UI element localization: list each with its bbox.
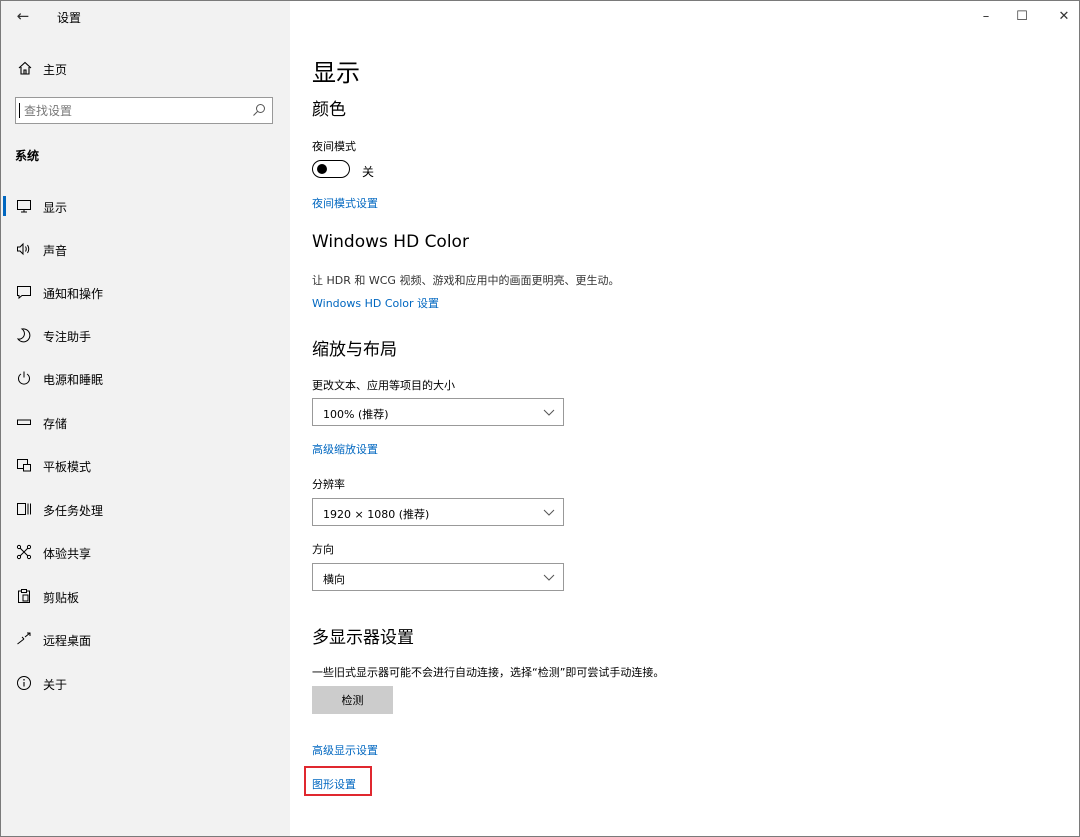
sidebar-item-label: 关于 xyxy=(43,678,68,692)
sidebar-item-label: 主页 xyxy=(43,63,68,77)
sidebar-item-label: 电源和睡眠 xyxy=(43,373,104,387)
sidebar-item-label: 通知和操作 xyxy=(43,287,104,301)
monitor-icon xyxy=(17,200,31,213)
sidebar-item-label: 远程桌面 xyxy=(43,634,92,648)
sidebar-item-clipboard[interactable]: 剪贴板 xyxy=(1,578,290,614)
moon-icon xyxy=(16,328,31,343)
sidebar-item-focus-assist[interactable]: 专注助手 xyxy=(1,317,290,353)
scale-value: 100% (推荐) xyxy=(323,408,389,421)
chevron-down-icon xyxy=(543,509,555,516)
multi-display-description: 一些旧式显示器可能不会进行自动连接，选择“检测”即可尝试手动连接。 xyxy=(312,666,665,679)
back-arrow-icon[interactable]: ← xyxy=(13,6,33,26)
info-icon xyxy=(17,676,31,690)
power-icon xyxy=(18,371,30,385)
storage-icon xyxy=(17,419,31,425)
tablet-icon xyxy=(17,459,31,472)
chevron-down-icon xyxy=(543,409,555,416)
chevron-down-icon xyxy=(543,574,555,581)
main-content: 显示 颜色 夜间模式 关 夜间模式设置 Windows HD Color 让 H… xyxy=(290,1,1079,836)
title-bar: ← 设置 xyxy=(1,1,290,33)
hdr-description: 让 HDR 和 WCG 视频、游戏和应用中的画面更明亮、更生动。 xyxy=(312,274,620,287)
search-icon[interactable] xyxy=(252,103,266,117)
sidebar-item-label: 声音 xyxy=(43,244,68,258)
sidebar-item-display[interactable]: 显示 xyxy=(1,188,290,224)
speaker-icon xyxy=(17,242,30,256)
night-mode-label: 夜间模式 xyxy=(312,140,356,153)
app-title: 设置 xyxy=(57,11,82,25)
sidebar-item-label: 存储 xyxy=(43,417,68,431)
sidebar-item-power[interactable]: 电源和睡眠 xyxy=(1,360,290,396)
sidebar-item-home[interactable]: 主页 xyxy=(1,53,290,85)
share-icon xyxy=(16,544,32,560)
remote-desktop-icon xyxy=(17,632,31,645)
sidebar-item-label: 体验共享 xyxy=(43,547,92,561)
sidebar: ← 设置 主页 系统 显示 xyxy=(1,1,290,836)
sidebar-item-shared-experiences[interactable]: 体验共享 xyxy=(1,534,290,570)
hdr-settings-link[interactable]: Windows HD Color 设置 xyxy=(312,295,439,311)
sidebar-item-tablet-mode[interactable]: 平板模式 xyxy=(1,447,290,483)
night-mode-toggle[interactable] xyxy=(312,160,352,178)
settings-window: ← 设置 主页 系统 显示 xyxy=(0,0,1080,837)
sidebar-item-storage[interactable]: 存储 xyxy=(1,404,290,440)
sidebar-item-label: 剪贴板 xyxy=(43,591,80,605)
night-mode-settings-link[interactable]: 夜间模式设置 xyxy=(312,195,378,211)
sidebar-item-sound[interactable]: 声音 xyxy=(1,231,290,267)
search-box[interactable] xyxy=(15,97,273,124)
notification-icon xyxy=(17,286,31,300)
page-title: 显示 xyxy=(312,59,360,87)
orientation-label: 方向 xyxy=(312,543,334,556)
advanced-scale-link[interactable]: 高级缩放设置 xyxy=(312,441,378,457)
sidebar-item-label: 显示 xyxy=(43,201,68,215)
sidebar-item-multitasking[interactable]: 多任务处理 xyxy=(1,491,290,527)
sidebar-item-remote-desktop[interactable]: 远程桌面 xyxy=(1,621,290,657)
resolution-label: 分辨率 xyxy=(312,478,345,491)
hdr-heading: Windows HD Color xyxy=(312,232,469,252)
scale-heading: 缩放与布局 xyxy=(312,340,397,360)
color-heading: 颜色 xyxy=(312,100,346,120)
sidebar-item-label: 多任务处理 xyxy=(43,504,104,518)
sidebar-section-title: 系统 xyxy=(15,149,40,163)
multi-display-heading: 多显示器设置 xyxy=(312,628,414,648)
detect-button[interactable]: 检测 xyxy=(312,686,393,714)
search-input[interactable] xyxy=(24,101,244,120)
sidebar-item-label: 平板模式 xyxy=(43,460,92,474)
toggle-knob xyxy=(317,164,327,174)
multitask-icon xyxy=(17,503,31,515)
graphics-settings-link[interactable]: 图形设置 xyxy=(312,776,356,792)
sidebar-item-about[interactable]: 关于 xyxy=(1,665,290,701)
clipboard-icon xyxy=(18,589,30,603)
scale-label: 更改文本、应用等项目的大小 xyxy=(312,379,455,392)
sidebar-item-notifications[interactable]: 通知和操作 xyxy=(1,274,290,310)
orientation-dropdown[interactable]: 横向 xyxy=(312,563,564,591)
advanced-display-link[interactable]: 高级显示设置 xyxy=(312,742,378,758)
sidebar-item-label: 专注助手 xyxy=(43,330,92,344)
resolution-dropdown[interactable]: 1920 × 1080 (推荐) xyxy=(312,498,564,526)
night-mode-state: 关 xyxy=(362,165,375,179)
resolution-value: 1920 × 1080 (推荐) xyxy=(323,508,430,521)
home-icon xyxy=(18,61,32,75)
orientation-value: 横向 xyxy=(323,573,345,586)
scale-dropdown[interactable]: 100% (推荐) xyxy=(312,398,564,426)
